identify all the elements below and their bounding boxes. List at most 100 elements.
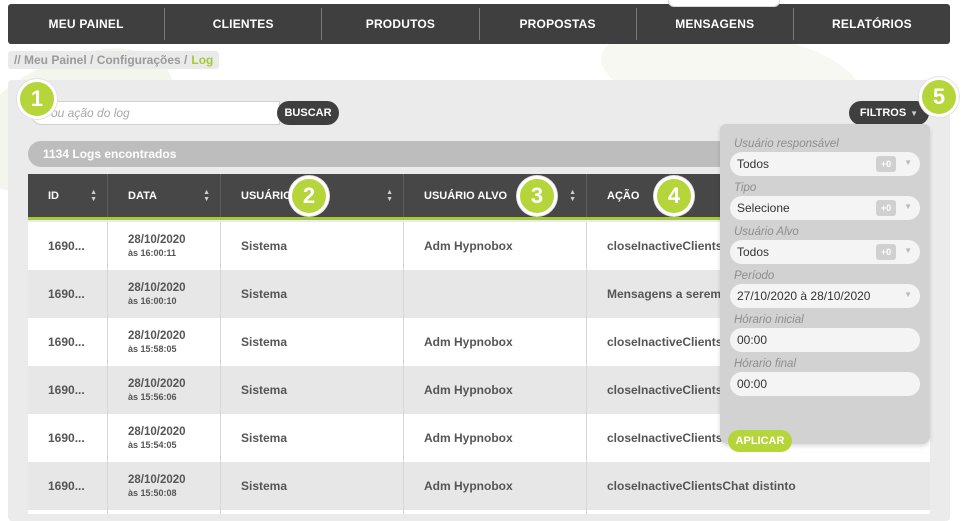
search-input[interactable]: ou ação do log	[30, 101, 280, 125]
apply-filters-button[interactable]: APLICAR	[728, 430, 792, 452]
cell-id: 1690...	[28, 366, 108, 414]
filter-label-usuario-responsavel: Usuário responsável	[734, 138, 839, 150]
cell-user: Sistema	[221, 366, 404, 414]
sort-icon[interactable]: ▲ ▼	[203, 189, 210, 203]
cell-action: closeInactiveClientsChat distinto	[607, 479, 796, 493]
cell-date: 28/10/2020 às 16:00:10	[108, 270, 221, 318]
cell-target: Adm Hypnobox	[404, 366, 587, 414]
cell-date-value: 28/10/2020	[128, 378, 186, 390]
column-header-id[interactable]: ID ▲ ▼	[28, 174, 108, 217]
cell-target: Adm Hypnobox	[404, 462, 587, 510]
cell-target	[404, 510, 587, 514]
cell-date: 28/10/2020 às 15:58:05	[108, 318, 221, 366]
column-header-label: USUÁRIO	[241, 189, 292, 202]
filter-label-horario-inicial: Hórario inicial	[734, 314, 804, 326]
filters-button[interactable]: FILTROS ▼	[849, 101, 929, 125]
cell-target	[404, 270, 587, 318]
cell-date-value: 28/10/2020	[128, 234, 186, 246]
cell-date	[108, 510, 221, 514]
column-header-data[interactable]: DATA ▲ ▼	[108, 174, 221, 217]
filter-label-usuario-alvo: Usuário Alvo	[734, 226, 799, 238]
filter-select-value: 27/10/2020 à 28/10/2020	[737, 289, 871, 303]
filter-select-value: Todos	[737, 157, 770, 171]
filters-panel: Usuário responsável Todos +0 ▼ Tipo Sele…	[720, 124, 930, 452]
cell-id: 1690...	[28, 462, 108, 510]
cell-user: Sistema	[221, 222, 404, 270]
cell-time-value: às 16:00:10	[128, 296, 177, 306]
chevron-down-icon: ▼	[904, 202, 912, 211]
sort-icon[interactable]: ▲ ▼	[569, 189, 576, 203]
column-header-usuario-alvo[interactable]: USUÁRIO ALVO ▲ ▼	[404, 174, 587, 217]
sort-icon[interactable]: ▲ ▼	[90, 189, 97, 203]
cell-target: Adm Hypnobox	[404, 414, 587, 462]
cell-target: Adm Hypnobox	[404, 222, 587, 270]
cell-action	[587, 510, 930, 514]
nav-item-mensagens[interactable]: MENSAGENS	[637, 8, 794, 40]
cell-time-value: às 15:50:08	[128, 488, 177, 498]
breadcrumb: // Meu Painel / Configurações / Log	[8, 51, 220, 69]
search-button[interactable]: BUSCAR	[277, 101, 339, 125]
cell-user	[221, 510, 404, 514]
caret-down-icon: ▼	[910, 108, 919, 118]
column-header-label: AÇÃO	[607, 189, 640, 202]
nav-item-clientes[interactable]: CLIENTES	[165, 8, 323, 40]
step-badge-4: 4	[654, 176, 694, 216]
nav-item-relatorios[interactable]: RELATÓRIOS	[794, 8, 950, 40]
cell-id: 1690...	[28, 270, 108, 318]
cell-id: 1690...	[28, 414, 108, 462]
cell-user: Sistema	[221, 318, 404, 366]
nav-item-meu-painel[interactable]: MEU PAINEL	[8, 8, 166, 40]
cell-date-value: 28/10/2020	[128, 474, 186, 486]
chevron-down-icon: ▼	[904, 158, 912, 167]
cell-id: 1690...	[28, 222, 108, 270]
step-badge-1: 1	[17, 79, 57, 119]
step-badge-3: 3	[517, 176, 557, 216]
cell-user: Sistema	[221, 270, 404, 318]
cell-date-value: 28/10/2020	[128, 426, 186, 438]
top-navigation: MEU PAINEL CLIENTES PRODUTOS PROPOSTAS M…	[8, 4, 950, 44]
filter-select-tipo[interactable]: Selecione +0 ▼	[730, 196, 920, 220]
step-badge-5: 5	[919, 77, 959, 117]
column-header-label: ID	[48, 189, 59, 202]
filter-label-horario-final: Hórario final	[734, 358, 796, 370]
cell-user: Sistema	[221, 462, 404, 510]
cell-date: 28/10/2020 às 15:56:06	[108, 366, 221, 414]
user-menu-tab[interactable]	[668, 0, 780, 7]
cell-date: 28/10/2020 às 15:50:08	[108, 462, 221, 510]
filter-select-value: Todos	[737, 245, 770, 259]
cell-id	[28, 510, 108, 514]
filter-label-tipo: Tipo	[734, 182, 757, 194]
cell-time-value: às 15:54:05	[128, 440, 177, 450]
filter-input-horario-inicial[interactable]: 00:00	[730, 328, 920, 352]
filters-button-label: FILTROS	[859, 107, 907, 119]
search-placeholder: ou ação do log	[51, 106, 130, 120]
selection-count-badge: +0	[876, 200, 896, 216]
cell-date-value: 28/10/2020	[128, 282, 186, 294]
filter-label-periodo: Período	[734, 270, 775, 282]
filter-select-usuario-alvo[interactable]: Todos +0 ▼	[730, 240, 920, 264]
column-header-label: DATA	[128, 189, 157, 202]
breadcrumb-path[interactable]: // Meu Painel / Configurações /	[14, 53, 187, 67]
filter-select-periodo[interactable]: 27/10/2020 à 28/10/2020 ▼	[730, 284, 920, 308]
filter-select-value: Selecione	[737, 201, 790, 215]
cell-date: 28/10/2020 às 15:54:05	[108, 414, 221, 462]
table-row	[28, 510, 930, 514]
nav-item-produtos[interactable]: PRODUTOS	[322, 8, 480, 40]
chevron-down-icon: ▼	[904, 290, 912, 299]
selection-count-badge: +0	[876, 156, 896, 172]
breadcrumb-current: Log	[191, 53, 214, 67]
cell-user: Sistema	[221, 414, 404, 462]
cell-time-value: às 15:56:06	[128, 392, 177, 402]
cell-date: 28/10/2020 às 16:00:11	[108, 222, 221, 270]
chevron-down-icon: ▼	[904, 246, 912, 255]
nav-item-propostas[interactable]: PROPOSTAS	[480, 8, 637, 40]
table-row[interactable]: 1690... 28/10/2020 às 15:50:08 Sistema Ad…	[28, 462, 930, 510]
selection-count-badge: +0	[876, 244, 896, 260]
cell-time-value: às 16:00:11	[128, 248, 177, 258]
cell-date-value: 28/10/2020	[128, 330, 186, 342]
sort-icon[interactable]: ▲ ▼	[386, 189, 393, 203]
filter-select-usuario-responsavel[interactable]: Todos +0 ▼	[730, 152, 920, 176]
cell-time-value: às 15:58:05	[128, 344, 177, 354]
filter-input-horario-final[interactable]: 00:00	[730, 372, 920, 396]
cell-target: Adm Hypnobox	[404, 318, 587, 366]
